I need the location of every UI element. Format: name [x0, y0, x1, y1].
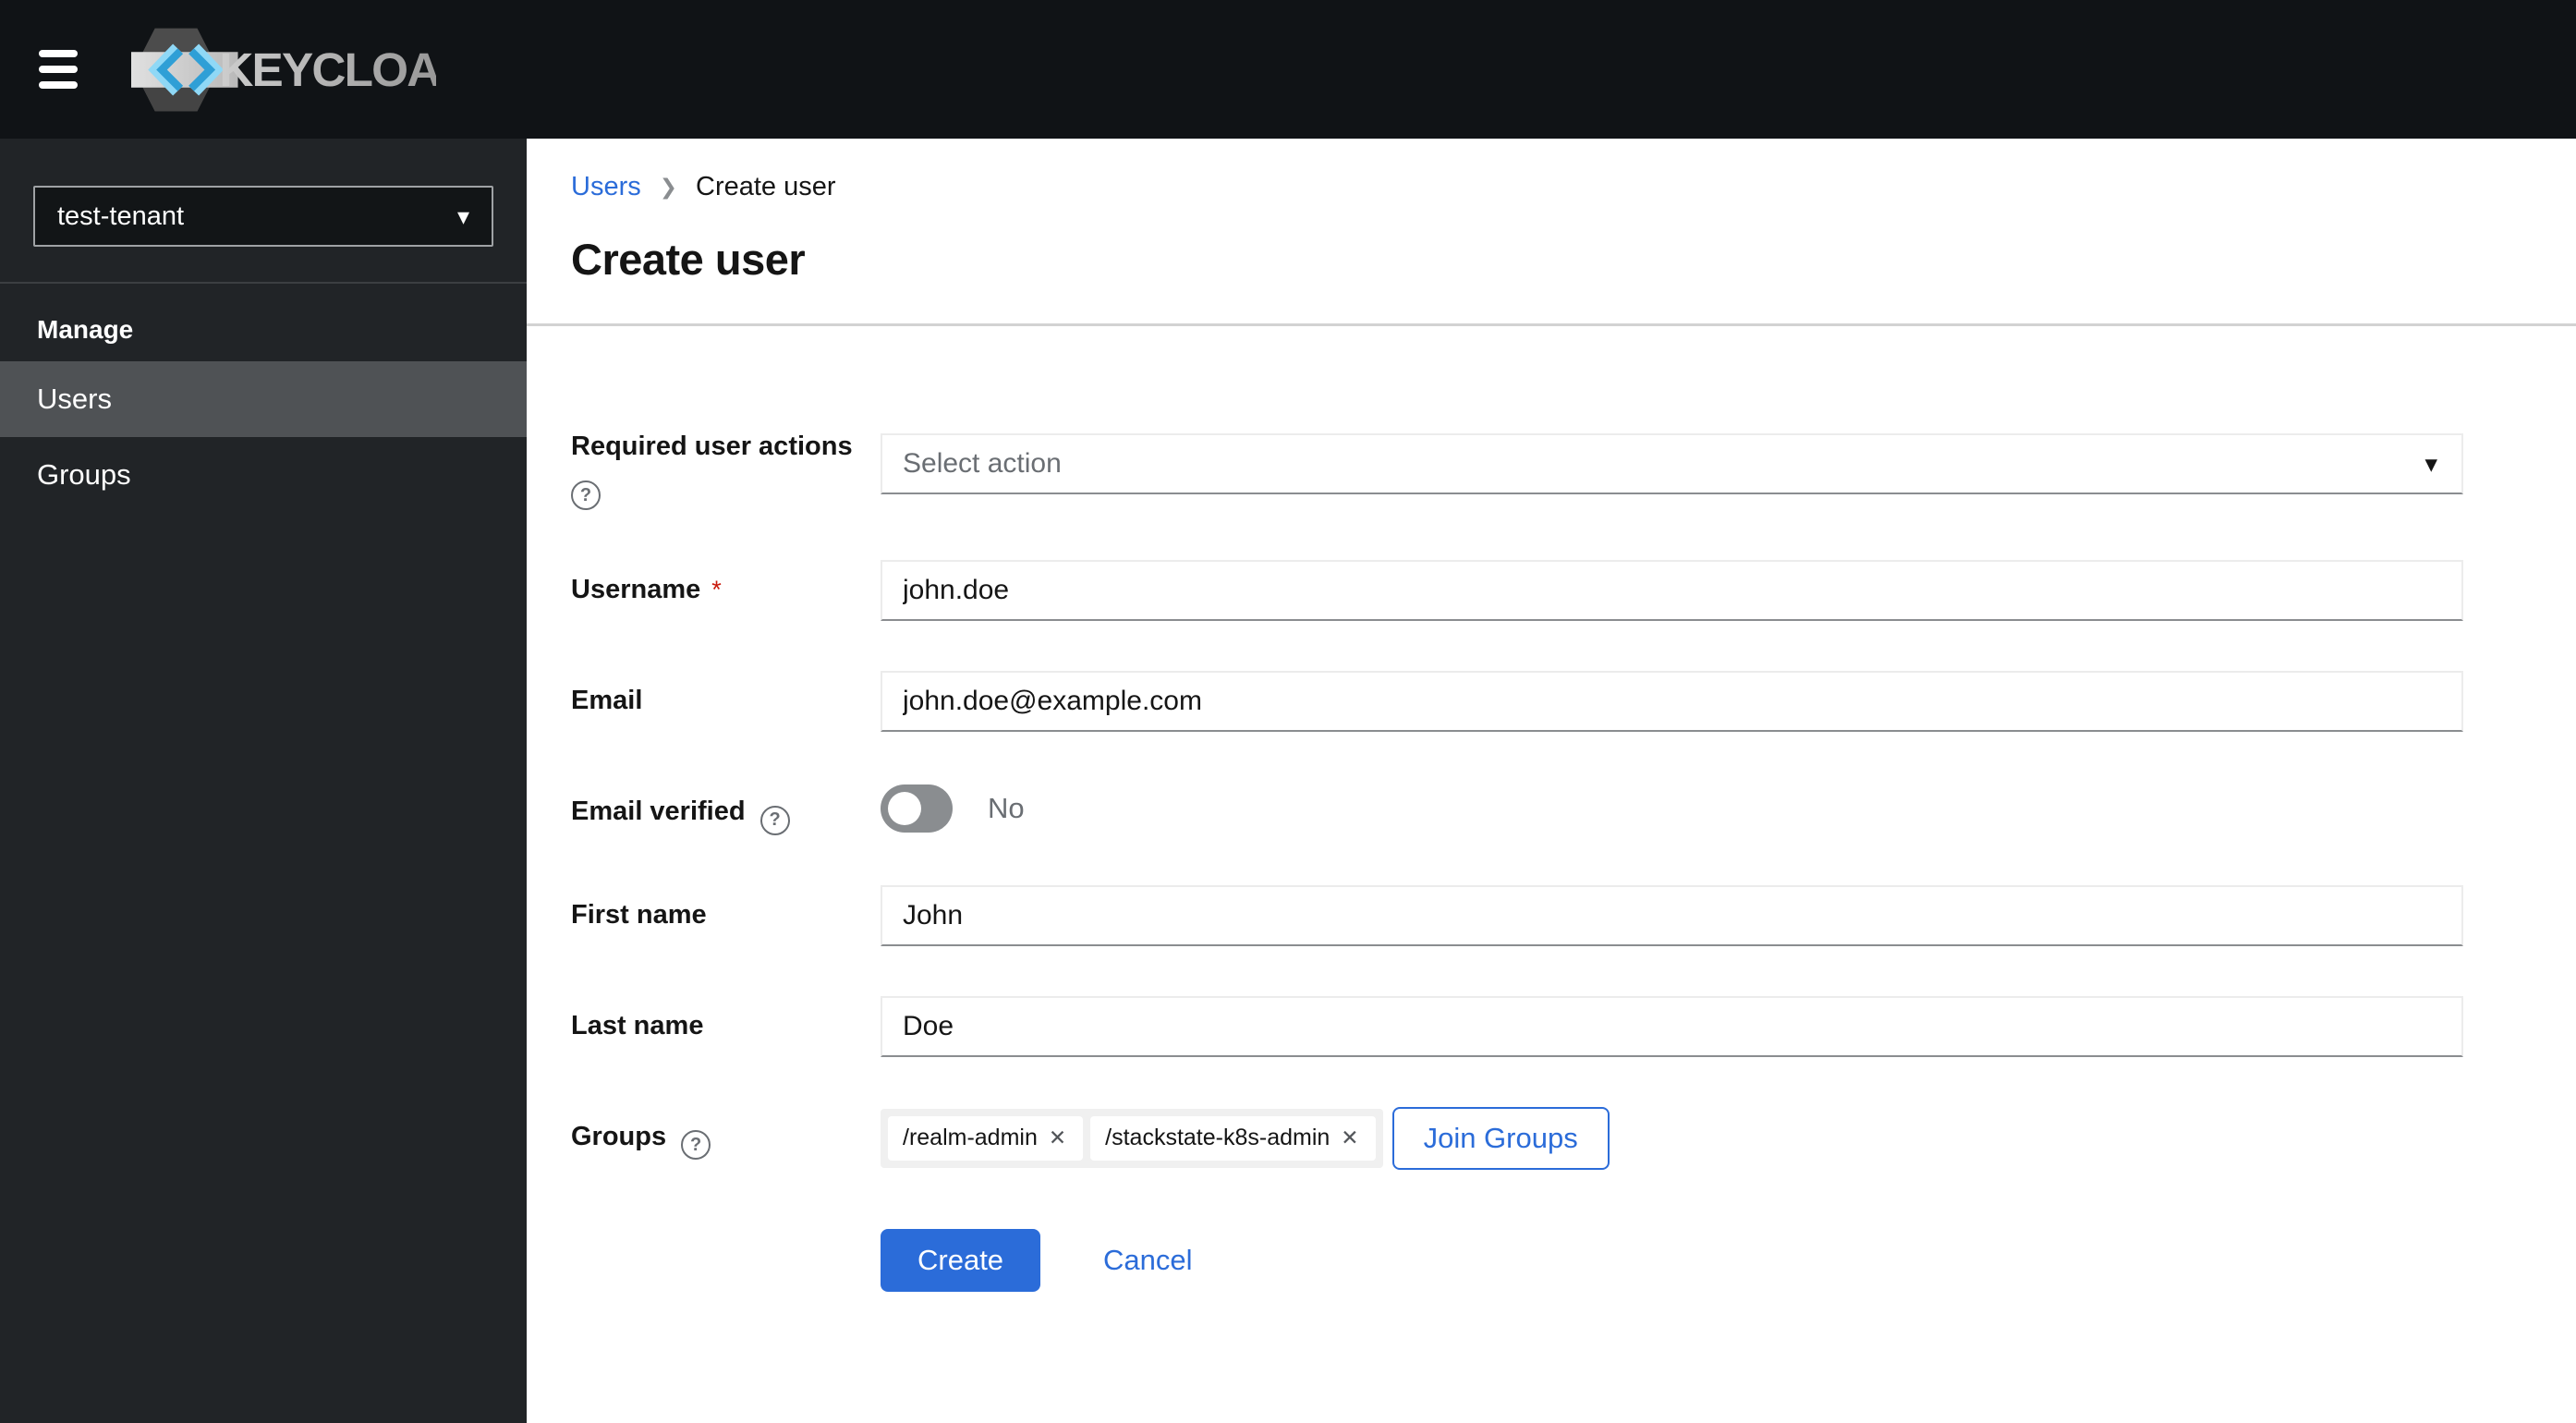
- cancel-link[interactable]: Cancel: [1103, 1244, 1193, 1277]
- realm-selector[interactable]: test-tenant ▾: [33, 186, 493, 247]
- sidebar-item-label: Groups: [37, 458, 131, 491]
- form-actions: Create Cancel: [571, 1228, 2576, 1292]
- group-chip-label: /stackstate-k8s-admin: [1105, 1125, 1331, 1150]
- sidebar-item-groups[interactable]: Groups: [0, 437, 527, 513]
- hamburger-bar: [39, 50, 78, 57]
- email-verified-state: No: [988, 791, 1025, 824]
- main-content: Users ❯ Create user Create user Required…: [527, 139, 2576, 1423]
- hamburger-bar: [39, 81, 78, 89]
- email-input[interactable]: [881, 671, 2463, 732]
- join-groups-button[interactable]: Join Groups: [1391, 1106, 1610, 1170]
- masthead: KEYCLOAK: [0, 0, 2576, 139]
- nav-toggle-hamburger-icon[interactable]: [39, 50, 78, 89]
- sidebar-item-users[interactable]: Users: [0, 361, 527, 437]
- keycloak-logo[interactable]: KEYCLOAK: [131, 23, 436, 116]
- help-icon[interactable]: ?: [571, 480, 601, 510]
- breadcrumb-current: Create user: [696, 172, 836, 201]
- username-label: Username: [571, 575, 701, 604]
- help-icon[interactable]: ?: [759, 805, 790, 835]
- first-name-label: First name: [571, 899, 707, 930]
- form-row-last-name: Last name: [571, 995, 2576, 1057]
- sidebar: test-tenant ▾ Manage Users Groups: [0, 139, 527, 1423]
- caret-down-icon: ▾: [456, 202, 469, 230]
- toggle-knob: [888, 791, 921, 825]
- form-row-username: Username *: [571, 560, 2576, 621]
- group-chip: /stackstate-k8s-admin ✕: [1090, 1115, 1376, 1161]
- form-row-email: Email: [571, 671, 2576, 732]
- help-icon[interactable]: ?: [681, 1130, 711, 1160]
- group-chip-label: /realm-admin: [903, 1125, 1038, 1150]
- chevron-right-icon: ❯: [659, 175, 678, 199]
- hamburger-bar: [39, 66, 78, 73]
- chip-remove-icon[interactable]: ✕: [1038, 1127, 1077, 1149]
- required-asterisk: *: [711, 576, 722, 603]
- email-verified-toggle[interactable]: [881, 784, 953, 833]
- nav-section-title: Manage: [37, 315, 134, 344]
- page-title: Create user: [571, 235, 806, 284]
- sidebar-nav: Manage Users Groups: [0, 284, 527, 513]
- sidebar-item-label: Users: [37, 383, 112, 415]
- groups-chip-group: /realm-admin ✕ /stackstate-k8s-admin ✕: [881, 1108, 1383, 1168]
- breadcrumb: Users ❯ Create user: [571, 172, 2576, 202]
- group-chip: /realm-admin ✕: [888, 1115, 1084, 1161]
- last-name-input[interactable]: [881, 995, 2463, 1057]
- realm-selector-value: test-tenant: [57, 201, 185, 231]
- keycloak-admin-console: KEYCLOAK test-tenant ▾ Manage Users Grou…: [0, 0, 2576, 1423]
- create-user-form: Required user actions ? ▾ Username *: [527, 326, 2576, 1342]
- form-row-required-actions: Required user actions ? ▾: [571, 417, 2576, 510]
- breadcrumb-users-link[interactable]: Users: [571, 172, 641, 202]
- create-button[interactable]: Create: [881, 1228, 1041, 1292]
- chip-remove-icon[interactable]: ✕: [1330, 1127, 1369, 1149]
- email-label: Email: [571, 686, 643, 715]
- last-name-label: Last name: [571, 1010, 704, 1040]
- groups-label: Groups: [571, 1121, 667, 1151]
- brand-wordmark: KEYCLOAK: [219, 43, 436, 95]
- form-row-first-name: First name: [571, 884, 2576, 946]
- username-input[interactable]: [881, 560, 2463, 621]
- form-row-email-verified: Email verified? No: [571, 782, 2576, 835]
- email-verified-label: Email verified: [571, 797, 746, 826]
- form-row-groups: Groups? /realm-admin ✕ /stackstate-k8s-a…: [571, 1106, 2576, 1170]
- required-actions-label: Required user actions: [571, 432, 853, 461]
- first-name-input[interactable]: [881, 884, 2463, 946]
- required-actions-select[interactable]: [881, 432, 2463, 494]
